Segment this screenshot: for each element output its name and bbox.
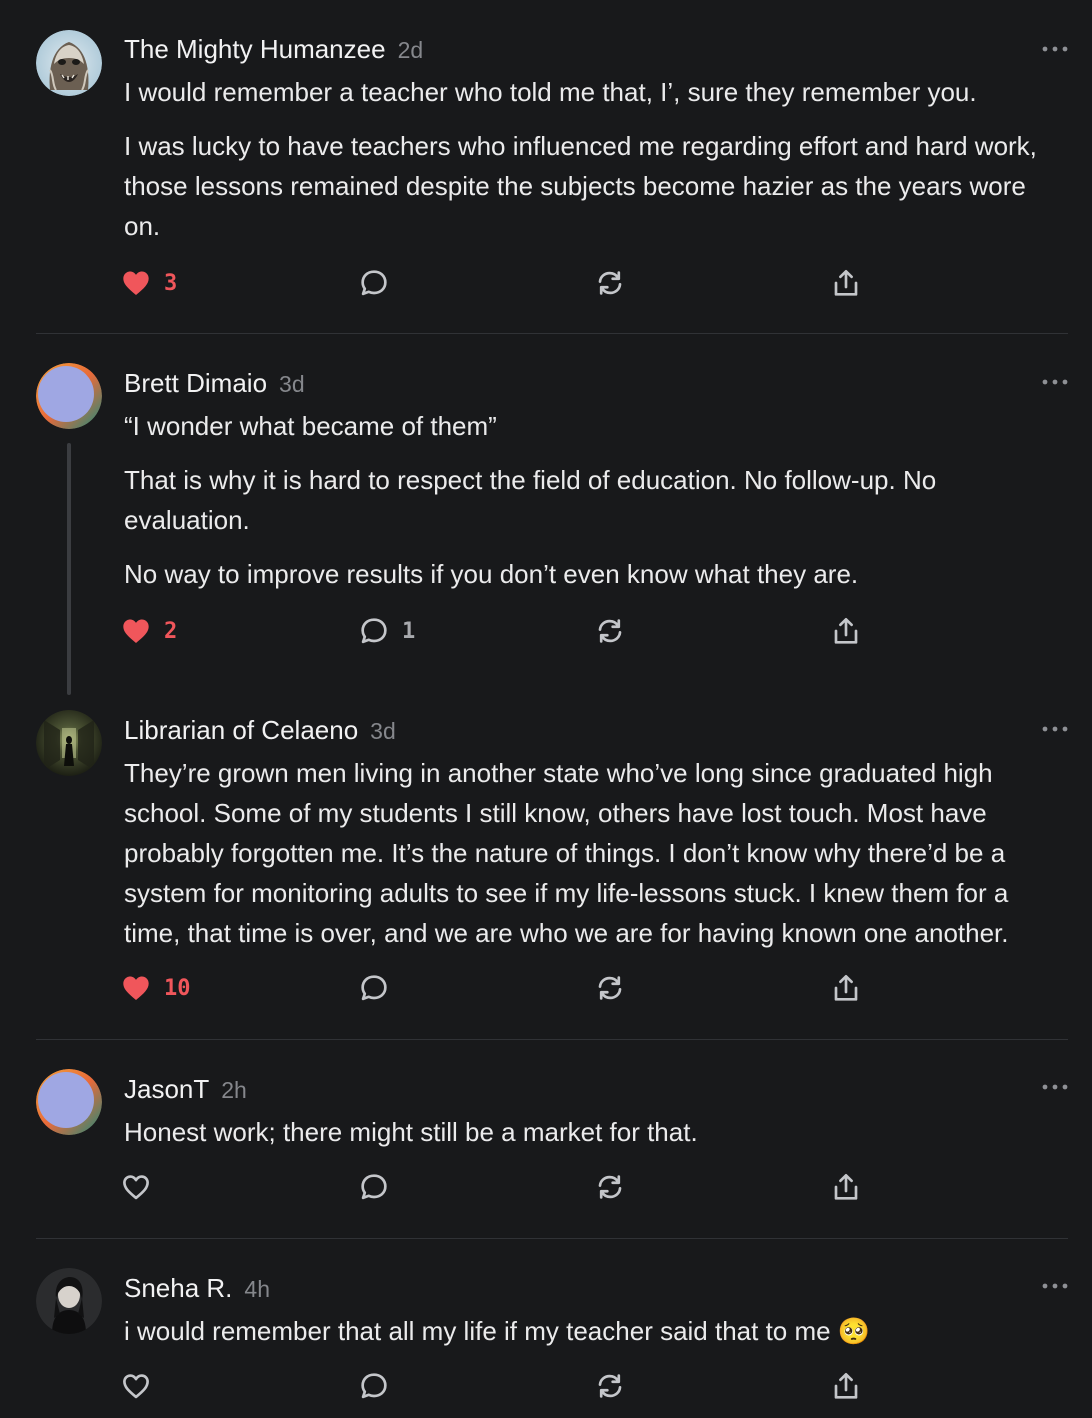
speech-bubble-icon bbox=[361, 1174, 387, 1200]
comment-paragraph: No way to improve results if you don’t e… bbox=[124, 559, 859, 589]
like-count: 2 bbox=[164, 618, 178, 644]
avatar[interactable] bbox=[36, 363, 102, 429]
default-gradient-avatar-icon bbox=[36, 363, 102, 429]
comment-header: Sneha R. 4h bbox=[124, 1271, 270, 1306]
comment-actions: 10 bbox=[120, 970, 880, 1006]
restack-button[interactable] bbox=[594, 970, 626, 1006]
speech-bubble-icon bbox=[361, 618, 387, 644]
heart-outline-icon bbox=[123, 1175, 149, 1200]
share-button[interactable] bbox=[830, 1169, 862, 1205]
avatar[interactable] bbox=[36, 1268, 102, 1334]
comment-paragraph: “I wonder what became of them” bbox=[124, 411, 497, 441]
timestamp[interactable]: 2d bbox=[398, 37, 424, 63]
comment-body: They’re grown men living in another stat… bbox=[124, 753, 1068, 967]
like-button[interactable]: 2 bbox=[120, 613, 177, 649]
comment-actions bbox=[120, 1169, 880, 1205]
restack-arrows-icon bbox=[598, 976, 622, 1000]
author-name[interactable]: Brett Dimaio bbox=[124, 368, 267, 398]
comment-actions bbox=[120, 1368, 880, 1404]
timestamp[interactable]: 3d bbox=[279, 371, 305, 397]
divider bbox=[36, 1039, 1068, 1040]
comment-actions: 3 bbox=[120, 265, 880, 301]
heart-icon bbox=[123, 619, 149, 643]
author-name[interactable]: The Mighty Humanzee bbox=[124, 34, 386, 64]
dark-hallway-avatar-icon bbox=[36, 710, 102, 776]
comment-body: i would remember that all my life if my … bbox=[124, 1311, 1068, 1365]
heart-icon bbox=[123, 271, 149, 295]
like-count: 10 bbox=[164, 975, 191, 1001]
reply-count: 1 bbox=[402, 618, 416, 644]
avatar[interactable] bbox=[36, 1069, 102, 1135]
like-count: 3 bbox=[164, 270, 178, 296]
share-upload-icon bbox=[834, 269, 858, 296]
share-upload-icon bbox=[834, 1173, 858, 1200]
restack-arrows-icon bbox=[598, 619, 622, 643]
more-dots-icon[interactable] bbox=[1040, 722, 1070, 736]
avatar[interactable] bbox=[36, 710, 102, 776]
thread-line bbox=[67, 443, 71, 695]
avatar[interactable] bbox=[36, 30, 102, 96]
more-dots-icon[interactable] bbox=[1040, 1279, 1070, 1293]
reply-button[interactable] bbox=[358, 970, 390, 1006]
share-upload-icon bbox=[834, 974, 858, 1001]
heart-icon bbox=[123, 976, 149, 1000]
speech-bubble-icon bbox=[361, 1373, 387, 1399]
restack-button[interactable] bbox=[594, 1368, 626, 1404]
restack-button[interactable] bbox=[594, 613, 626, 649]
photo-avatar-icon bbox=[36, 1268, 102, 1334]
divider bbox=[36, 1238, 1068, 1239]
speech-bubble-icon bbox=[361, 975, 387, 1001]
share-upload-icon bbox=[834, 617, 858, 644]
comment-body: “I wonder what became of them” That is w… bbox=[124, 406, 1068, 608]
reply-button[interactable] bbox=[358, 1368, 390, 1404]
share-upload-icon bbox=[834, 1372, 858, 1399]
speech-bubble-icon bbox=[361, 270, 387, 296]
default-gradient-avatar-icon bbox=[36, 1069, 102, 1135]
restack-button[interactable] bbox=[594, 265, 626, 301]
heart-outline-icon bbox=[123, 1374, 149, 1399]
like-button[interactable] bbox=[120, 1169, 152, 1205]
comment-paragraph: I was lucky to have teachers who influen… bbox=[124, 131, 1037, 241]
author-name[interactable]: JasonT bbox=[124, 1074, 209, 1104]
like-button[interactable]: 10 bbox=[120, 970, 191, 1006]
comment-header: JasonT 2h bbox=[124, 1072, 247, 1107]
comment-body: Honest work; there might still be a mark… bbox=[124, 1112, 1068, 1166]
reply-button[interactable]: 1 bbox=[358, 613, 415, 649]
comment-paragraph: That is why it is hard to respect the fi… bbox=[124, 465, 937, 535]
timestamp[interactable]: 4h bbox=[244, 1276, 270, 1302]
like-button[interactable] bbox=[120, 1368, 152, 1404]
share-button[interactable] bbox=[830, 613, 862, 649]
more-dots-icon[interactable] bbox=[1040, 375, 1070, 389]
author-name[interactable]: Sneha R. bbox=[124, 1273, 232, 1303]
restack-button[interactable] bbox=[594, 1169, 626, 1205]
author-name[interactable]: Librarian of Celaeno bbox=[124, 715, 358, 745]
comment-header: The Mighty Humanzee 2d bbox=[124, 32, 423, 67]
reply-button[interactable] bbox=[358, 1169, 390, 1205]
timestamp[interactable]: 2h bbox=[221, 1077, 247, 1103]
restack-arrows-icon bbox=[598, 1175, 622, 1199]
restack-arrows-icon bbox=[598, 1374, 622, 1398]
bigfoot-avatar-icon bbox=[36, 30, 102, 96]
divider bbox=[36, 333, 1068, 334]
restack-arrows-icon bbox=[598, 271, 622, 295]
timestamp[interactable]: 3d bbox=[370, 718, 396, 744]
share-button[interactable] bbox=[830, 1368, 862, 1404]
comment-header: Brett Dimaio 3d bbox=[124, 366, 305, 401]
reply-button[interactable] bbox=[358, 265, 390, 301]
comment-actions: 2 1 bbox=[120, 613, 880, 649]
comment-paragraph: Honest work; there might still be a mark… bbox=[124, 1117, 698, 1147]
more-dots-icon[interactable] bbox=[1040, 1080, 1070, 1094]
more-dots-icon[interactable] bbox=[1040, 42, 1070, 56]
comment-header: Librarian of Celaeno 3d bbox=[124, 713, 396, 748]
comment-paragraph: i would remember that all my life if my … bbox=[124, 1316, 871, 1346]
comment-paragraph: They’re grown men living in another stat… bbox=[124, 758, 1009, 948]
share-button[interactable] bbox=[830, 265, 862, 301]
like-button[interactable]: 3 bbox=[120, 265, 177, 301]
share-button[interactable] bbox=[830, 970, 862, 1006]
comment-body: I would remember a teacher who told me t… bbox=[124, 72, 1068, 260]
comment-paragraph: I would remember a teacher who told me t… bbox=[124, 77, 977, 107]
